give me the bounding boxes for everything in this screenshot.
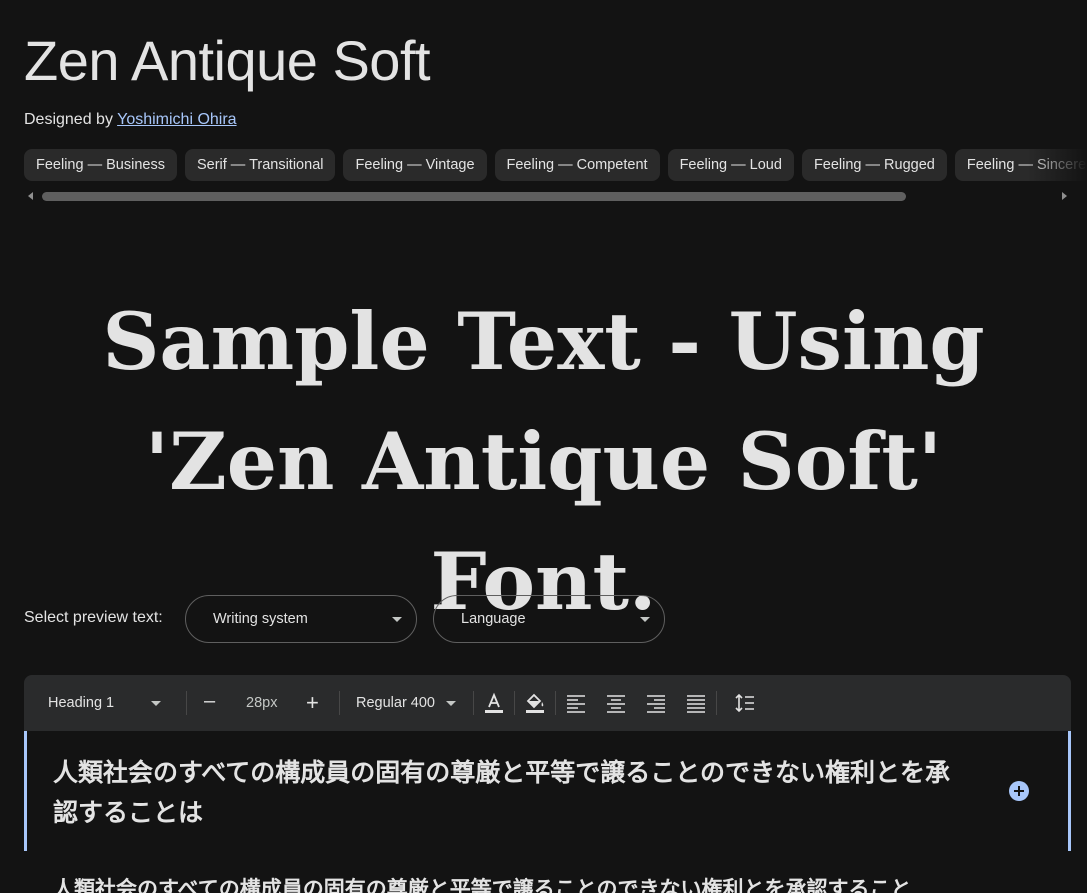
designed-by-label: Designed by <box>24 111 113 128</box>
toolbar-divider <box>186 691 187 715</box>
designer-link[interactable]: Yoshimichi Ohira <box>117 111 236 128</box>
scroll-right-arrow-icon[interactable] <box>1062 192 1067 200</box>
align-right-icon[interactable] <box>644 691 668 715</box>
writing-system-select[interactable]: Writing system <box>185 595 417 643</box>
language-select[interactable]: Language <box>433 595 665 643</box>
designer-line: Designed by Yoshimichi Ohira <box>24 111 237 129</box>
sample-text: Sample Text - Using 'Zen Antique Soft' F… <box>102 295 985 628</box>
text-style-label: Heading 1 <box>48 695 115 711</box>
editor-preview-text[interactable]: 人類社会のすべての構成員の固有の尊厳と平等で譲ることのできない権利とを承認するこ… <box>53 753 963 833</box>
chevron-down-icon <box>640 617 650 622</box>
font-weight-label: Regular 400 <box>356 695 435 711</box>
toolbar-divider <box>473 691 474 715</box>
chevron-down-icon <box>392 617 402 622</box>
chevron-down-icon <box>446 701 456 706</box>
highlight-color-icon[interactable] <box>523 691 547 715</box>
align-left-icon[interactable] <box>564 691 588 715</box>
next-preview-text[interactable]: 人類社会のすべての構成員の固有の尊厳と平等で譲ることのできない権利とを承認するこ… <box>53 874 1063 893</box>
tag-chip[interactable]: Feeling — Business <box>24 149 177 181</box>
writing-system-label: Writing system <box>213 611 308 627</box>
decrease-size-button[interactable]: – <box>204 690 215 713</box>
scroll-left-arrow-icon[interactable] <box>28 192 33 200</box>
tag-chip[interactable]: Serif — Transitional <box>184 149 336 181</box>
tag-chip[interactable]: Feeling — Rugged <box>801 149 947 181</box>
align-justify-icon[interactable] <box>684 691 708 715</box>
language-label: Language <box>461 611 526 627</box>
add-circle-icon[interactable] <box>1009 781 1029 801</box>
toolbar-divider <box>555 691 556 715</box>
text-style-select[interactable]: Heading 1 <box>24 675 174 731</box>
tags-fade-overlay <box>1027 149 1087 181</box>
increase-size-button[interactable]: + <box>306 690 319 716</box>
tag-chip[interactable]: Feeling — Competent <box>494 149 660 181</box>
tags-scrollbar[interactable] <box>24 191 1071 202</box>
editor-toolbar: Heading 1 – 28px + Regular 400 <box>24 675 1071 731</box>
tag-list: Feeling — Business Serif — Transitional … <box>24 149 1087 181</box>
line-height-icon[interactable] <box>733 691 757 715</box>
tag-chip[interactable]: Feeling — Vintage <box>343 149 487 181</box>
font-size-value[interactable]: 28px <box>246 695 277 711</box>
text-color-icon[interactable] <box>482 691 506 715</box>
font-title: Zen Antique Soft <box>24 29 431 92</box>
chevron-down-icon <box>151 701 161 706</box>
preview-text-label: Select preview text: <box>24 609 163 626</box>
toolbar-divider <box>339 691 340 715</box>
scrollbar-thumb[interactable] <box>42 192 906 201</box>
toolbar-divider <box>716 691 717 715</box>
font-weight-select[interactable]: Regular 400 <box>350 675 468 731</box>
toolbar-divider <box>514 691 515 715</box>
preview-editor[interactable]: 人類社会のすべての構成員の固有の尊厳と平等で譲ることのできない権利とを承認するこ… <box>24 731 1071 851</box>
tag-chip[interactable]: Feeling — Loud <box>667 149 794 181</box>
align-center-icon[interactable] <box>604 691 628 715</box>
